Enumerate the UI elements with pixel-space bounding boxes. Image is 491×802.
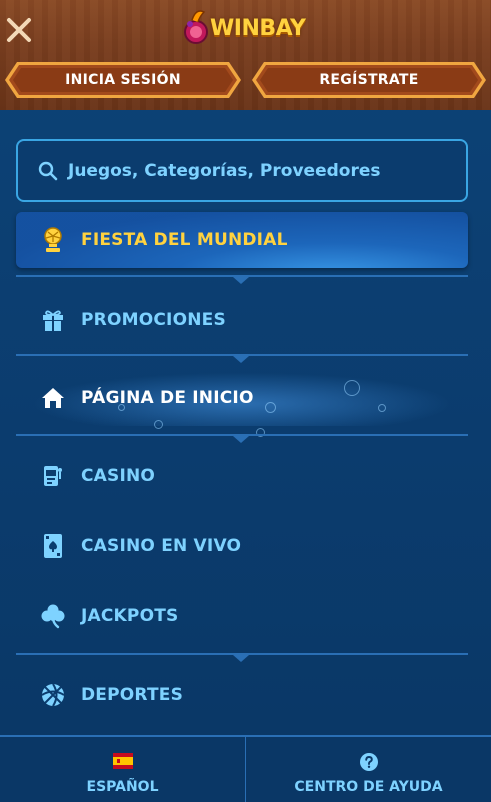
divider-notch (233, 277, 249, 284)
bubble-decoration (118, 404, 125, 411)
winbay-logo[interactable]: WINBAY (178, 6, 318, 48)
home-icon (40, 385, 66, 411)
menu-item-promociones[interactable]: PROMOCIONES (16, 292, 468, 348)
menu-item-deportes[interactable]: DEPORTES (16, 667, 468, 723)
menu-item-casino-en-vivo[interactable]: CASINO EN VIVO (16, 518, 468, 574)
bubble-decoration (265, 402, 276, 413)
clover-icon (40, 603, 66, 629)
login-label: INICIA SESIÓN (65, 72, 181, 88)
language-label: ESPAÑOL (86, 779, 159, 795)
gift-icon (40, 307, 66, 333)
register-label: REGÍSTRATE (319, 72, 419, 88)
bubble-decoration (378, 404, 386, 412)
menu-item-casino[interactable]: CASINO (16, 448, 468, 504)
search-placeholder: Juegos, Categorías, Proveedores (68, 160, 381, 181)
menu-label: FIESTA DEL MUNDIAL (81, 230, 288, 250)
search-input[interactable]: Juegos, Categorías, Proveedores (16, 139, 468, 202)
logo-emblem-icon (184, 10, 208, 44)
menu-label: DEPORTES (81, 685, 184, 705)
playing-card-icon (40, 533, 66, 559)
search-icon (38, 161, 58, 180)
bubble-decoration (344, 380, 360, 396)
trophy-icon (40, 227, 66, 253)
logo-text: WINBAY (210, 16, 306, 41)
help-center-button[interactable]: CENTRO DE AYUDA (246, 737, 491, 802)
language-selector[interactable]: ESPAÑOL (0, 737, 245, 802)
menu-label: CASINO EN VIVO (81, 536, 242, 556)
slot-machine-icon (40, 463, 66, 489)
register-button[interactable]: REGÍSTRATE (250, 60, 488, 100)
menu-item-jackpots[interactable]: JACKPOTS (16, 588, 468, 644)
divider-notch (233, 356, 249, 363)
side-menu: WINBAY INICIA SESIÓN REGÍSTRATE Juegos, … (0, 0, 491, 802)
ball-icon (40, 682, 66, 708)
spain-flag-icon (112, 753, 133, 773)
menu-label: CASINO (81, 466, 156, 486)
menu-label: PROMOCIONES (81, 310, 226, 330)
divider-notch (233, 655, 249, 662)
close-button[interactable] (4, 15, 34, 45)
login-button[interactable]: INICIA SESIÓN (3, 60, 243, 100)
help-label: CENTRO DE AYUDA (294, 779, 443, 795)
help-icon (359, 753, 378, 775)
menu-label: JACKPOTS (81, 606, 179, 626)
menu-item-pagina-de-inicio[interactable]: PÁGINA DE INICIO (16, 370, 468, 426)
menu-footer: ESPAÑOL CENTRO DE AYUDA (0, 735, 491, 802)
menu-item-fiesta-del-mundial[interactable]: FIESTA DEL MUNDIAL (16, 212, 468, 268)
bubble-decoration (154, 420, 163, 429)
divider-notch (233, 436, 249, 443)
menu-label: PÁGINA DE INICIO (81, 388, 254, 408)
close-icon (7, 18, 31, 42)
menu-header: WINBAY INICIA SESIÓN REGÍSTRATE (0, 0, 491, 110)
